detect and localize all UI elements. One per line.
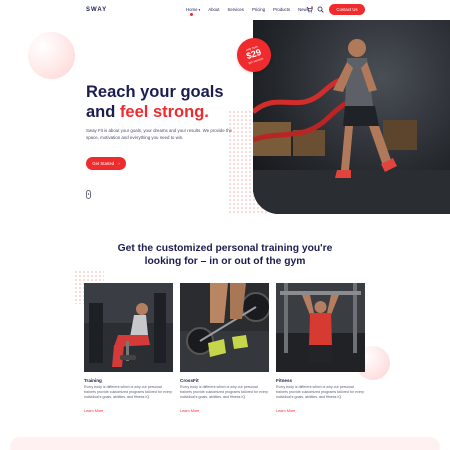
crossfit-image <box>180 283 269 372</box>
learn-more-training-link[interactable]: Learn More <box>84 409 103 413</box>
athlete-battle-ropes-photo <box>253 20 450 214</box>
fitness-photo <box>276 283 365 372</box>
card-text-crossfit: Every body is different which is why our… <box>180 385 268 399</box>
site-header: SWAY Home▾ About Services Pricing Produc… <box>0 0 450 22</box>
active-indicator <box>190 13 193 16</box>
training-photo <box>84 283 173 372</box>
hero-heading-accent: feel strong. <box>119 103 209 121</box>
get-started-button[interactable]: Get Started › <box>86 157 126 170</box>
hero-heading-prefix: and <box>86 103 120 121</box>
decorative-blob <box>28 32 75 79</box>
card-text-fitness: Every body is different which is why our… <box>276 385 364 399</box>
chevron-down-icon: ▾ <box>198 8 201 12</box>
card-title-fitness: Fitness <box>276 378 293 383</box>
get-started-label: Get Started <box>92 161 115 166</box>
crossfit-photo <box>180 283 269 372</box>
scroll-mouse-icon[interactable] <box>86 190 91 199</box>
nav-pricing[interactable]: Pricing <box>252 7 265 12</box>
cart-icon[interactable] <box>306 6 313 13</box>
nav-home[interactable]: Home▾ <box>186 7 201 16</box>
chevron-right-icon: › <box>118 161 120 166</box>
section-title: Get the customized personal training you… <box>117 243 333 267</box>
logo[interactable]: SWAY <box>86 7 107 13</box>
nav-products[interactable]: Products <box>273 7 290 12</box>
hero-image <box>253 20 450 214</box>
training-image <box>84 283 173 372</box>
fitness-image <box>276 283 365 372</box>
learn-more-fitness-link[interactable]: Learn More <box>276 409 295 413</box>
card-title-training: Training <box>84 378 102 383</box>
nav-about[interactable]: About <box>208 7 219 12</box>
hero-heading-line1: Reach your goals <box>86 83 224 101</box>
hero-heading-line2: and feel strong. <box>86 102 224 122</box>
nav-home-label: Home <box>186 7 198 12</box>
learn-more-crossfit-link[interactable]: Learn More <box>180 409 199 413</box>
card-text-training: Every body is different which is why our… <box>84 385 172 399</box>
hero-description: Sway Fit is about your goals, your dream… <box>86 128 233 140</box>
contact-button[interactable]: Contact Us <box>329 4 365 15</box>
hero-heading: Reach your goals and feel strong. <box>86 82 224 122</box>
main-nav: Home▾ About Services Pricing Products Ne… <box>186 7 309 16</box>
nav-services[interactable]: Services <box>227 7 243 12</box>
card-title-crossfit: CrossFit <box>180 378 199 383</box>
footer-band <box>10 437 440 450</box>
search-icon[interactable] <box>317 6 324 13</box>
